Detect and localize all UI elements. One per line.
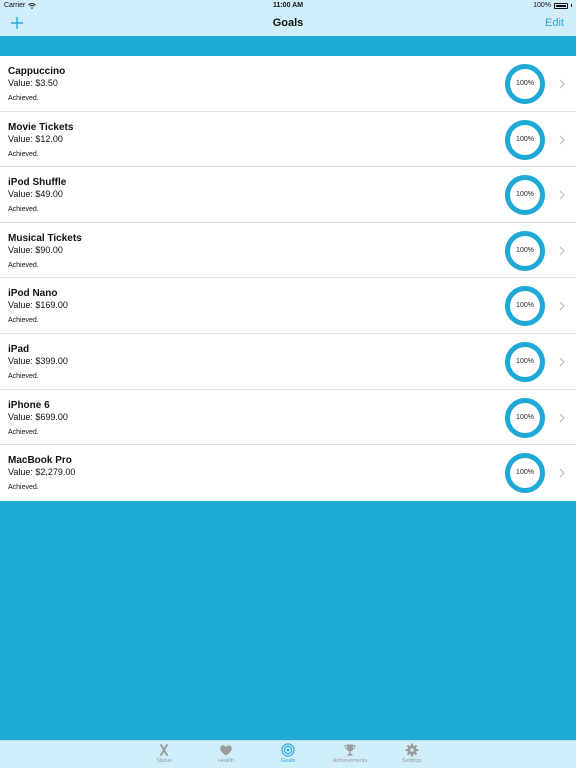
trophy-icon xyxy=(344,744,356,756)
goal-percent-label: 100% xyxy=(516,135,534,143)
chevron-right-icon xyxy=(559,135,565,145)
goal-value: Value: $169.00 xyxy=(8,300,68,311)
goal-status: Achieved. xyxy=(8,150,39,158)
battery-tip xyxy=(571,4,572,7)
goal-progress-ring: 100% xyxy=(504,230,546,272)
goal-progress-ring: 100% xyxy=(504,341,546,383)
tab-achievements-label: Achievements xyxy=(332,758,368,764)
battery-indicator: 100% xyxy=(533,2,572,9)
goal-name: MacBook Pro xyxy=(8,455,72,467)
goal-value: Value: $2,279.00 xyxy=(8,467,76,478)
target-icon xyxy=(281,743,295,757)
battery-percent: 100% xyxy=(533,2,551,9)
goal-name: iPad xyxy=(8,343,30,355)
goal-status: Achieved. xyxy=(8,206,39,214)
goal-name: Musical Tickets xyxy=(8,232,82,244)
goal-name: iPod Shuffle xyxy=(8,177,67,189)
chevron-right-icon xyxy=(559,246,565,256)
goal-percent-label: 100% xyxy=(516,413,534,421)
goal-progress-ring: 100% xyxy=(504,63,546,105)
section-header xyxy=(0,36,576,56)
goal-row[interactable]: Movie Tickets Value: $12.00 Achieved. 100% xyxy=(0,112,576,168)
goal-value: Value: $699.00 xyxy=(8,411,68,422)
tab-achievements[interactable]: Achievements xyxy=(320,743,380,764)
chevron-right-icon xyxy=(559,357,565,367)
goal-percent-label: 100% xyxy=(516,357,534,365)
chevron-right-icon xyxy=(559,79,565,89)
goal-status: Achieved. xyxy=(8,317,39,325)
battery-icon xyxy=(554,2,568,9)
navigation-bar: Goals Edit xyxy=(0,12,576,36)
goal-value: Value: $49.00 xyxy=(8,189,63,200)
page-title: Goals xyxy=(272,17,304,29)
tab-goals-label: Goals xyxy=(280,758,296,764)
goal-percent-label: 100% xyxy=(516,191,534,199)
chevron-right-icon xyxy=(559,301,565,311)
tab-settings-label: Settings xyxy=(402,758,422,764)
goal-percent-label: 100% xyxy=(516,80,534,87)
goal-value: Value: $3.50 xyxy=(8,78,58,88)
goal-row[interactable]: MacBook Pro Value: $2,279.00 Achieved. 100% xyxy=(0,445,576,501)
goal-percent-label: 100% xyxy=(516,302,534,310)
tab-bar: Status Health Goals Achievements Setting… xyxy=(0,740,576,768)
goals-list: Cappuccino Value: $3.50 Achieved. 100% Movie… xyxy=(0,56,576,501)
gear-icon xyxy=(405,743,419,757)
goal-progress-ring: 100% xyxy=(504,452,546,494)
goal-row[interactable]: iPad Value: $399.00 Achieved. 100% xyxy=(0,334,576,390)
goal-percent-label: 100% xyxy=(516,469,534,477)
goal-status: Achieved. xyxy=(8,484,39,492)
goal-value: Value: $399.00 xyxy=(8,355,68,366)
tab-status[interactable]: Status xyxy=(134,743,194,764)
tab-status-label: Status xyxy=(156,758,172,764)
chevron-right-icon xyxy=(559,468,565,478)
goal-percent-label: 100% xyxy=(516,246,534,254)
goal-progress-ring: 100% xyxy=(504,174,546,216)
goal-name: Movie Tickets xyxy=(8,121,74,133)
tab-goals[interactable]: Goals xyxy=(258,743,318,764)
goal-progress-ring: 100% xyxy=(504,119,546,161)
goal-status: Achieved. xyxy=(8,95,39,102)
heart-icon xyxy=(220,745,232,756)
goal-status: Achieved. xyxy=(8,428,39,436)
goal-row[interactable]: iPod Shuffle Value: $49.00 Achieved. 100% xyxy=(0,167,576,223)
goal-status: Achieved. xyxy=(8,261,39,269)
goal-status: Achieved. xyxy=(8,372,39,380)
goal-value: Value: $12.00 xyxy=(8,133,63,144)
goal-progress-ring: 100% xyxy=(504,397,546,439)
x-mark-icon xyxy=(160,744,168,756)
tab-settings[interactable]: Settings xyxy=(382,743,442,764)
goal-row[interactable]: iPod Nano Value: $169.00 Achieved. 100% xyxy=(0,278,576,334)
goal-name: iPhone 6 xyxy=(8,399,50,411)
goal-value: Value: $90.00 xyxy=(8,244,63,255)
goal-row[interactable]: Cappuccino Value: $3.50 Achieved. 100% xyxy=(0,56,576,112)
chevron-right-icon xyxy=(559,190,565,200)
goal-name: iPod Nano xyxy=(8,288,58,300)
goal-progress-ring: 100% xyxy=(504,285,546,327)
goal-row[interactable]: Musical Tickets Value: $90.00 Achieved. 100… xyxy=(0,223,576,279)
clock: 11:00 AM xyxy=(272,2,304,9)
status-bar: Carrier 11:00 AM 100% xyxy=(0,0,576,12)
tab-health[interactable]: Health xyxy=(196,743,256,764)
goal-row[interactable]: iPhone 6 Value: $699.00 Achieved. 100% xyxy=(0,390,576,446)
goal-name: Cappuccino xyxy=(8,66,66,77)
edit-button[interactable]: Edit xyxy=(545,17,564,29)
tab-health-label: Health xyxy=(218,758,234,764)
chevron-right-icon xyxy=(559,413,565,423)
